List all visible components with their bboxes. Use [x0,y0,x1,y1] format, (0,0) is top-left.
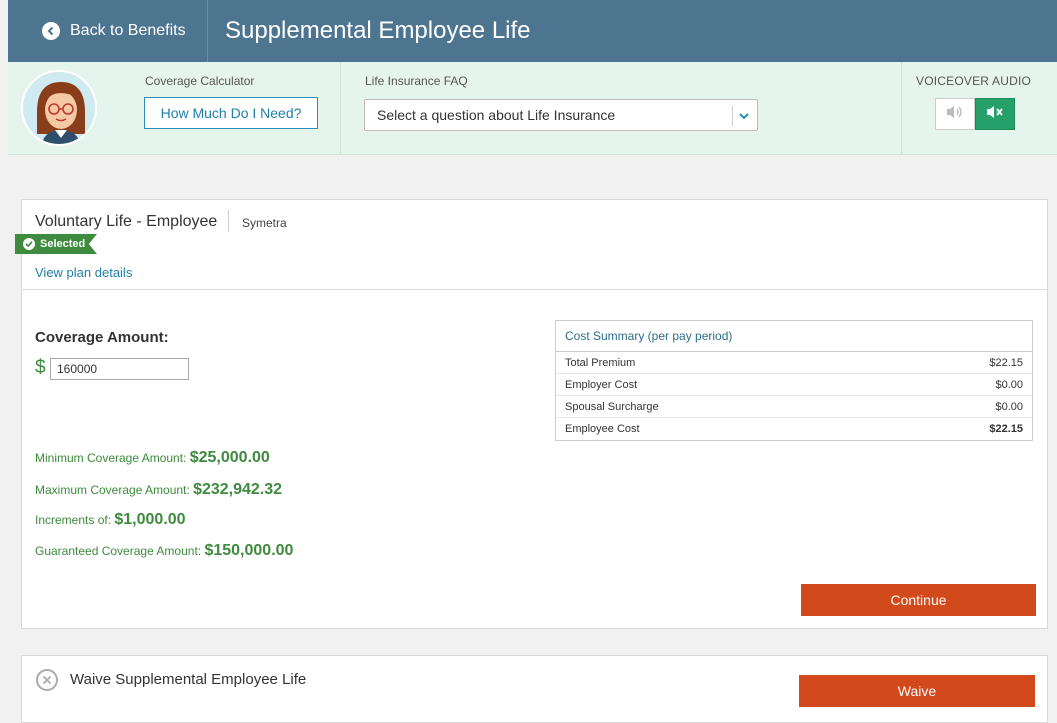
min-coverage-stat: Minimum Coverage Amount: $25,000.00 [35,449,270,467]
cost-row-amount: $22.15 [989,423,1023,435]
cost-row: Total Premium $22.15 [556,352,1032,374]
speaker-icon [945,104,965,125]
waive-card: Waive Supplemental Employee Life Waive [21,655,1048,723]
back-label: Back to Benefits [70,22,186,39]
stat-label: Guaranteed Coverage Amount: [35,544,205,558]
divider [22,289,1047,290]
stat-label: Minimum Coverage Amount: [35,451,190,465]
back-to-benefits-button[interactable]: Back to Benefits [8,0,208,62]
check-icon [23,238,35,250]
coverage-amount-label: Coverage Amount: [35,329,169,346]
cost-row-amount: $0.00 [995,400,1023,413]
page-title: Supplemental Employee Life [225,17,531,44]
stat-value: $150,000.00 [204,542,294,559]
faq-select[interactable]: Select a question about Life Insurance [364,99,758,131]
divider [340,62,341,155]
cost-summary-panel: Cost Summary (per pay period) Total Prem… [555,320,1033,441]
tool-strip: Coverage Calculator How Much Do I Need? … [8,62,1057,155]
stat-value: $25,000.00 [189,449,270,466]
cost-row-label: Employee Cost [565,423,640,435]
plan-card: Voluntary Life - Employee Symetra Select… [15,199,1048,629]
advisor-avatar [21,70,97,146]
stat-value: $1,000.00 [114,511,186,528]
view-plan-details-link[interactable]: View plan details [35,265,132,280]
speaker-mute-icon [985,104,1005,125]
chevron-down-icon [738,109,750,125]
divider [901,62,902,155]
cost-row-label: Employer Cost [565,378,638,391]
selected-badge: Selected [15,234,97,254]
cost-row: Employee Cost $22.15 [556,418,1032,440]
stat-value: $232,942.32 [193,481,283,498]
faq-label: Life Insurance FAQ [365,74,468,88]
chevron-left-icon [42,22,60,40]
cost-row: Employer Cost $0.00 [556,374,1032,396]
cost-row-label: Total Premium [565,356,636,369]
calculator-label: Coverage Calculator [145,74,255,88]
waive-button[interactable]: Waive [799,675,1035,707]
continue-button[interactable]: Continue [801,584,1036,616]
voiceover-label: VOICEOVER AUDIO [916,74,1032,88]
plan-name: Voluntary Life - Employee [35,213,218,230]
guaranteed-coverage-stat: Guaranteed Coverage Amount: $150,000.00 [35,542,293,560]
select-divider [732,106,733,126]
waive-label: Waive Supplemental Employee Life [70,671,307,688]
currency-symbol: $ [35,357,46,378]
voiceover-on-button[interactable] [935,98,975,130]
coverage-amount-input[interactable] [50,358,189,380]
close-circle-icon [36,669,58,691]
cost-row-label: Spousal Surcharge [565,400,659,413]
stat-label: Maximum Coverage Amount: [35,483,194,497]
stat-label: Increments of: [35,513,115,527]
how-much-button[interactable]: How Much Do I Need? [144,97,318,129]
max-coverage-stat: Maximum Coverage Amount: $232,942.32 [35,481,282,499]
increments-stat: Increments of: $1,000.00 [35,511,186,529]
faq-select-value: Select a question about Life Insurance [377,107,616,123]
cost-row-amount: $22.15 [989,356,1023,369]
cost-summary-title: Cost Summary (per pay period) [556,321,1032,352]
divider [228,210,229,232]
voiceover-mute-button[interactable] [975,98,1015,130]
selected-badge-label: Selected [40,238,86,250]
header-bar: Back to Benefits Supplemental Employee L… [8,0,1057,62]
carrier-name: Symetra [242,216,287,230]
cost-row-amount: $0.00 [995,378,1023,391]
cost-row: Spousal Surcharge $0.00 [556,396,1032,418]
